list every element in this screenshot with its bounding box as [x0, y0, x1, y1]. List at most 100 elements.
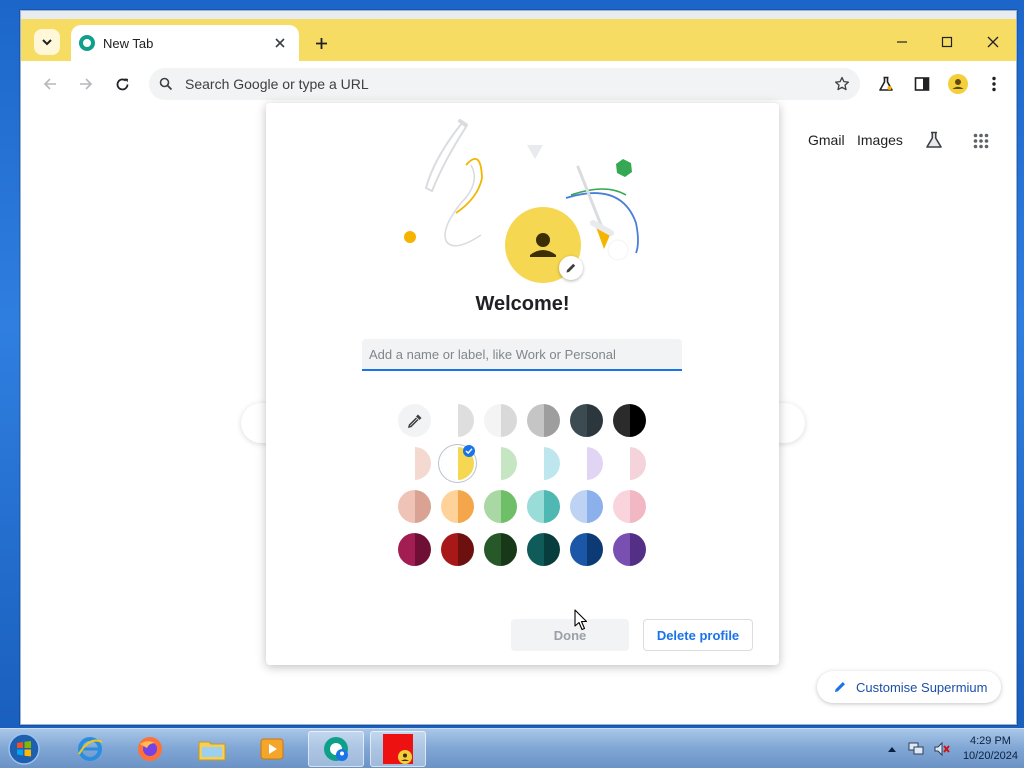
swatch-half-left: [484, 404, 501, 437]
taskbar-profile-window[interactable]: [370, 731, 426, 767]
swatch-half-right: [457, 404, 474, 437]
color-swatch-white-light[interactable]: [441, 404, 474, 437]
done-button[interactable]: Done: [511, 619, 629, 651]
minimize-icon: [897, 41, 907, 43]
windows-logo-icon: [8, 733, 40, 765]
color-swatch-grey[interactable]: [527, 404, 560, 437]
edit-avatar-button[interactable]: [559, 256, 583, 280]
pencil-icon: [566, 263, 576, 273]
swatch-half-right: [586, 490, 603, 523]
swatch-half-left: [570, 533, 587, 566]
color-swatch-teal[interactable]: [527, 490, 560, 523]
tab-search-button[interactable]: [34, 29, 60, 55]
clock-date: 10/20/2024: [962, 750, 1018, 762]
omnibox[interactable]: Search Google or type a URL: [149, 68, 860, 100]
profile-name-input[interactable]: [362, 339, 682, 371]
network-icon[interactable]: [907, 741, 925, 757]
color-swatch-blue-light[interactable]: [570, 490, 603, 523]
flask-icon: [926, 131, 942, 148]
swatch-half-right: [586, 447, 603, 480]
color-swatch-white-grey[interactable]: [484, 404, 517, 437]
color-swatch-navy[interactable]: [570, 533, 603, 566]
color-swatch-green[interactable]: [484, 490, 517, 523]
swatch-half-right: [543, 533, 560, 566]
tray-expand-icon[interactable]: [887, 745, 897, 753]
supermium-favicon-icon: [79, 35, 95, 51]
color-swatch-cyan-light[interactable]: [527, 447, 560, 480]
forward-button[interactable]: [74, 72, 98, 96]
color-swatch-dark-teal[interactable]: [527, 533, 560, 566]
swatch-half-right: [414, 533, 431, 566]
new-tab-button[interactable]: [309, 31, 333, 55]
color-swatch-black[interactable]: [613, 404, 646, 437]
images-link[interactable]: Images: [857, 132, 903, 148]
eyedropper-icon: [407, 414, 421, 428]
color-swatch-magenta[interactable]: [398, 533, 431, 566]
swatch-half-right: [414, 447, 431, 480]
swatch-half-left: [398, 533, 415, 566]
apps-grid-button[interactable]: [973, 133, 989, 154]
color-swatch-pink[interactable]: [613, 490, 646, 523]
start-button[interactable]: [4, 731, 44, 767]
swatch-half-left: [484, 490, 501, 523]
gmail-link[interactable]: Gmail: [808, 132, 845, 148]
close-icon: [987, 36, 999, 48]
close-tab-icon[interactable]: [271, 34, 289, 52]
swatch-half-left: [613, 533, 630, 566]
color-swatch-lavender-light[interactable]: [570, 447, 603, 480]
labs-link[interactable]: [925, 131, 943, 154]
tab-title: New Tab: [103, 35, 154, 51]
swatch-half-left: [441, 447, 458, 480]
labs-button[interactable]: [874, 72, 898, 96]
color-swatch-orange[interactable]: [441, 490, 474, 523]
delete-profile-button[interactable]: Delete profile: [643, 619, 753, 651]
swatch-half-left: [484, 533, 501, 566]
customise-label: Customise Supermium: [856, 679, 988, 695]
swatch-half-left: [484, 447, 501, 480]
volume-muted-icon[interactable]: [933, 741, 951, 757]
eyedropper-button[interactable]: [398, 404, 431, 437]
color-swatch-slate[interactable]: [570, 404, 603, 437]
profile-button[interactable]: [946, 72, 970, 96]
swatch-half-left: [398, 490, 415, 523]
taskbar-firefox[interactable]: [122, 731, 178, 767]
color-swatch-purple[interactable]: [613, 533, 646, 566]
swatch-half-right: [629, 533, 646, 566]
swatch-half-left: [613, 447, 630, 480]
customise-button[interactable]: Customise Supermium: [817, 671, 1001, 703]
avatar: [948, 74, 968, 94]
color-swatch-pink-light[interactable]: [613, 447, 646, 480]
bookmark-star-icon[interactable]: [834, 76, 850, 92]
swatch-half-right: [457, 490, 474, 523]
menu-button[interactable]: [982, 72, 1006, 96]
maximize-button[interactable]: [932, 29, 962, 55]
taskbar-media-player[interactable]: [244, 731, 300, 767]
color-swatch-dark-green[interactable]: [484, 533, 517, 566]
swatch-half-right: [629, 490, 646, 523]
reload-button[interactable]: [110, 72, 134, 96]
minimize-button[interactable]: [887, 29, 917, 55]
tab-new-tab[interactable]: New Tab: [71, 25, 299, 61]
taskbar-supermium[interactable]: [308, 731, 364, 767]
color-swatch-peach-light[interactable]: [398, 447, 431, 480]
apps-grid-icon: [973, 133, 989, 149]
taskbar-file-explorer[interactable]: [184, 731, 240, 767]
side-panel-icon: [914, 77, 930, 91]
swatch-half-left: [570, 447, 587, 480]
side-panel-button[interactable]: [910, 72, 934, 96]
swatch-half-right: [586, 533, 603, 566]
media-player-icon: [260, 738, 284, 760]
clock[interactable]: 4:29 PM 10/20/2024: [963, 734, 1018, 764]
color-swatch-green-light[interactable]: [484, 447, 517, 480]
swatch-half-left: [613, 404, 630, 437]
back-button[interactable]: [38, 72, 62, 96]
swatch-half-right: [629, 404, 646, 437]
taskbar-internet-explorer[interactable]: [62, 731, 118, 767]
selected-check-icon: [463, 445, 475, 457]
clock-time: 4:29 PM: [969, 735, 1011, 747]
close-window-button[interactable]: [978, 29, 1008, 55]
swatch-half-right: [543, 447, 560, 480]
swatch-half-right: [500, 404, 517, 437]
color-swatch-salmon[interactable]: [398, 490, 431, 523]
color-swatch-red[interactable]: [441, 533, 474, 566]
